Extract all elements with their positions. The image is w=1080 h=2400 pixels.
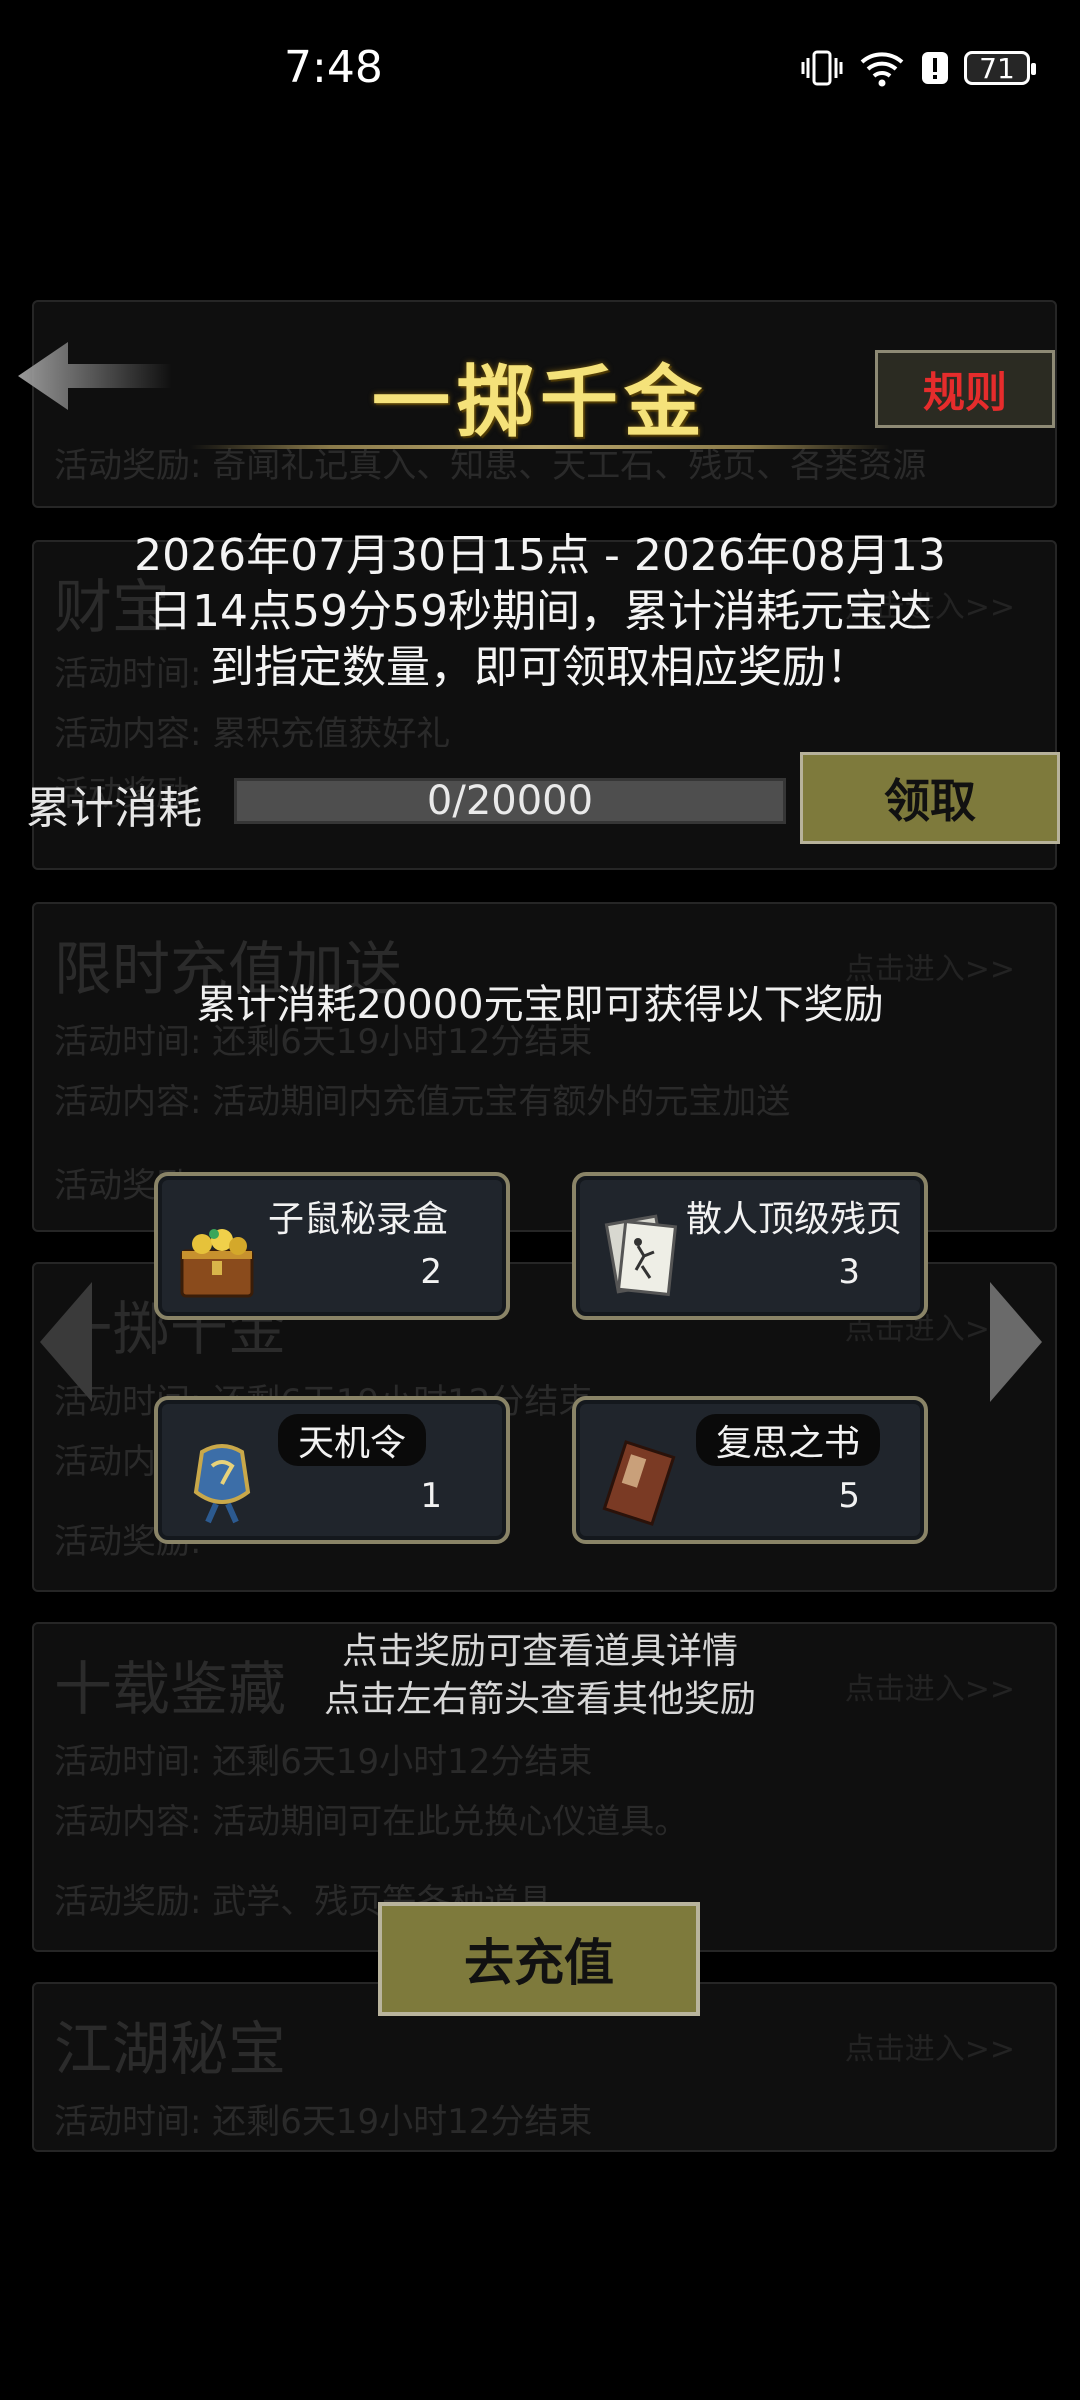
treasure-chest-icon [180, 1229, 254, 1298]
token-medal-icon [193, 1444, 251, 1524]
description-line: 2026年07月30日15点 - 2026年08月13 [134, 530, 946, 581]
bg-card-line: 活动内容: 活动期间可在此兑换心仪道具。 [54, 1802, 689, 1842]
reward-name: 天机令 [278, 1414, 427, 1466]
reward-item[interactable]: 散人顶级残页 3 [572, 1172, 928, 1320]
scroll-page-icon [604, 1214, 678, 1297]
battery-level: 71 [979, 51, 1015, 85]
hint-line: 点击奖励可查看道具详情 [341, 1631, 738, 1672]
reward-name: 子鼠秘录盒 [268, 1199, 449, 1240]
bg-card-line: 活动时间: 还剩6天19小时12分结束 [54, 2102, 593, 2142]
reward-count: 1 [420, 1476, 442, 1516]
alert-icon [922, 52, 948, 84]
progress-text: 0/20000 [426, 778, 594, 824]
description-line: 日14点59分59秒期间，累计消耗元宝达 [148, 586, 932, 637]
event-description: 2026年07月30日15点 - 2026年08月13 日14点59分59秒期间… [80, 528, 1000, 696]
reward-item[interactable]: 子鼠秘录盒 2 [154, 1172, 510, 1320]
progress-bar: 0/20000 [234, 778, 786, 824]
clock: 7:48 [284, 42, 383, 93]
rules-button[interactable]: 规则 [875, 350, 1055, 428]
reward-count: 2 [420, 1252, 442, 1292]
status-icons: 71 [800, 48, 1036, 88]
bg-card-line: 活动内容: 累积充值获好礼 [54, 714, 451, 754]
reward-item[interactable]: 复思之书 5 [572, 1396, 928, 1544]
reward-count: 3 [838, 1252, 860, 1292]
reward-item[interactable]: 天机令 1 [154, 1396, 510, 1544]
reward-name: 复思之书 [696, 1414, 881, 1466]
status-bar: 7:48 71 [0, 0, 1080, 140]
recharge-button[interactable]: 去充值 [378, 1902, 700, 2016]
reward-count: 5 [838, 1476, 860, 1516]
description-line: 到指定数量，即可领取相应奖励！ [210, 642, 870, 693]
bg-card-line: 活动时间: 还剩6天19小时12分结束 [54, 1742, 593, 1782]
vibrate-icon [801, 50, 843, 86]
reward-title: 累计消耗20000元宝即可获得以下奖励 [196, 982, 884, 1028]
wifi-icon [860, 52, 904, 87]
left-arrow-icon[interactable] [36, 1278, 96, 1406]
progress-label: 累计消耗 [26, 783, 202, 834]
bg-card-enter: 点击进入>> [844, 2032, 1015, 2067]
title-divider [190, 445, 890, 449]
reward-name: 散人顶级残页 [686, 1199, 903, 1240]
battery-indicator: 71 [964, 51, 1036, 85]
hint-line: 点击左右箭头查看其他奖励 [323, 1679, 756, 1720]
bg-card-title: 江湖秘宝 [54, 2015, 287, 2083]
bg-card-line: 活动内容: 活动期间内充值元宝有额外的元宝加送 [54, 1082, 791, 1122]
claim-button[interactable]: 领取 [800, 752, 1060, 844]
right-arrow-icon[interactable] [986, 1278, 1046, 1406]
book-icon [602, 1440, 676, 1526]
